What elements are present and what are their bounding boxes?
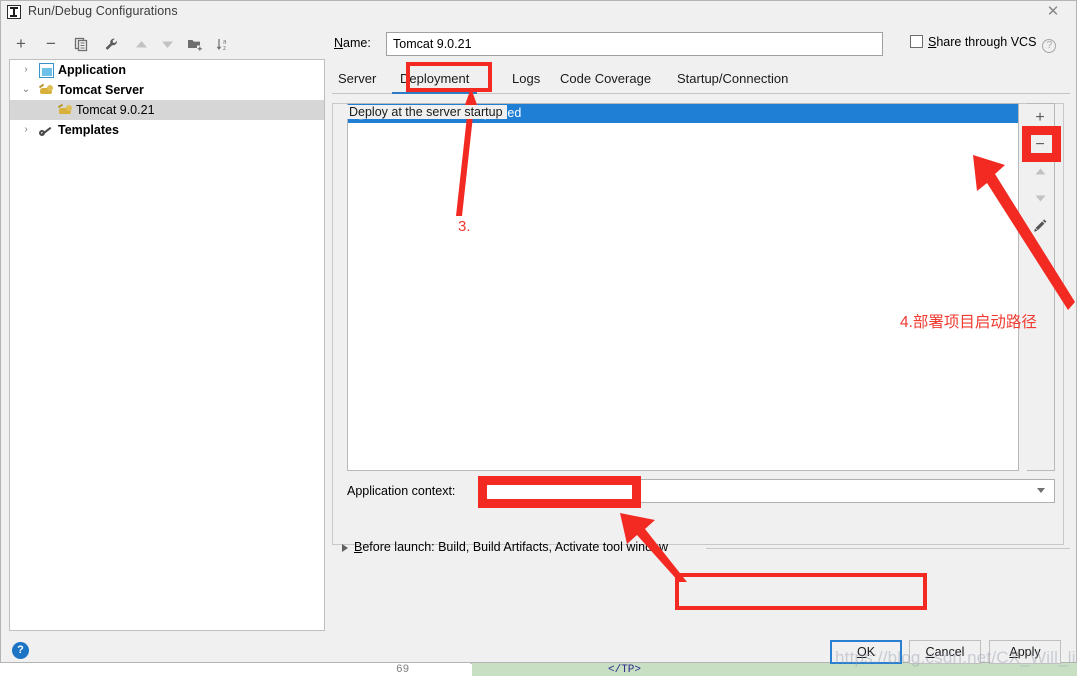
chevron-right-icon[interactable]: › [20,60,32,80]
tab-deployment[interactable]: Deployment [391,67,478,94]
before-launch-label: Before launch: Build, Build Artifacts, A… [354,540,669,554]
svg-text:z: z [223,46,226,52]
dialog-title: Run/Debug Configurations [28,4,178,18]
move-artifact-down-button[interactable] [1027,185,1053,212]
tomcat-icon [57,103,73,118]
tab-server[interactable]: Server [338,67,376,93]
tree-item-label: Tomcat 9.0.21 [76,103,155,117]
bg-editor-fragment: </TP> [608,664,642,676]
deploy-group-label: Deploy at the server startup [345,105,507,119]
share-through-vcs-row[interactable]: Share through VCS? [910,35,1057,53]
tomcat-icon [38,83,54,98]
close-icon[interactable]: ✕ [1044,3,1062,21]
bg-gutter-number: 69 [396,664,410,676]
help-icon[interactable]: ? [1042,39,1057,53]
help-icon[interactable]: ? [12,642,29,659]
tree-item-label: Tomcat Server [58,83,144,97]
before-launch-divider [706,548,1070,549]
application-icon [39,63,54,78]
dialog-titlebar: Run/Debug Configurations ✕ [1,1,1076,23]
add-artifact-button[interactable]: + [1027,104,1053,131]
edit-templates-wrench-icon[interactable] [99,32,123,56]
tree-item-label: Templates [58,123,119,137]
name-label: Name: [334,36,371,50]
chevron-down-icon[interactable]: ⌄ [20,80,32,100]
tree-item-tomcat-9021[interactable]: Tomcat 9.0.21 [10,100,324,120]
add-configuration-button[interactable]: + [9,32,33,56]
move-artifact-up-button[interactable] [1027,158,1053,185]
sort-configurations-az-icon[interactable]: a z [212,32,236,56]
share-through-vcs-checkbox[interactable] [910,35,923,48]
configurations-tree[interactable]: › Application ⌄ Tomcat Server Tomcat 9.0… [9,59,325,631]
remove-configuration-button[interactable]: − [39,32,63,56]
intellij-idea-logo-icon [7,5,21,19]
move-up-button[interactable] [129,32,153,56]
tree-item-application[interactable]: › Application [10,60,324,80]
name-input[interactable] [386,32,883,56]
wrench-icon [39,123,54,138]
move-down-button[interactable] [155,32,179,56]
before-launch-section[interactable]: Before launch: Build, Build Artifacts, A… [342,539,1070,557]
chevron-right-icon[interactable] [342,544,348,552]
tab-logs[interactable]: Logs [512,67,540,93]
svg-text:a: a [223,40,227,46]
tree-item-templates[interactable]: › Templates [10,120,324,140]
copy-configuration-icon[interactable] [69,32,93,56]
edit-artifact-pencil-icon[interactable] [1027,212,1053,239]
deployment-artifacts-list[interactable]: MOMOCake:war exploded [347,103,1019,471]
application-context-row: Application context: [347,479,1055,505]
chevron-right-icon[interactable]: › [20,120,32,140]
configurations-toolbar: + − a z [9,32,324,58]
tab-code-coverage[interactable]: Code Coverage [560,67,651,93]
application-context-label: Application context: [347,484,456,498]
tab-startup-connection[interactable]: Startup/Connection [677,67,788,93]
tree-item-label: Application [58,63,127,77]
share-through-vcs-label: Share through VCS [928,35,1037,49]
create-folder-add-icon[interactable] [183,32,207,56]
chevron-down-icon[interactable] [1037,488,1046,493]
watermark: https://blog.csdn.net/CX_Will_li [835,648,1076,667]
tree-item-tomcat-server[interactable]: ⌄ Tomcat Server [10,80,324,100]
name-row: Name: Share through VCS? [332,32,1070,56]
run-debug-configurations-dialog: Run/Debug Configurations ✕ + − a z › App… [0,0,1077,664]
deployment-list-toolbar: + − [1027,103,1055,471]
configuration-tabs: Server Deployment Logs Code Coverage Sta… [332,67,1070,94]
application-context-field[interactable] [481,479,1055,503]
remove-artifact-button[interactable]: − [1027,131,1053,158]
